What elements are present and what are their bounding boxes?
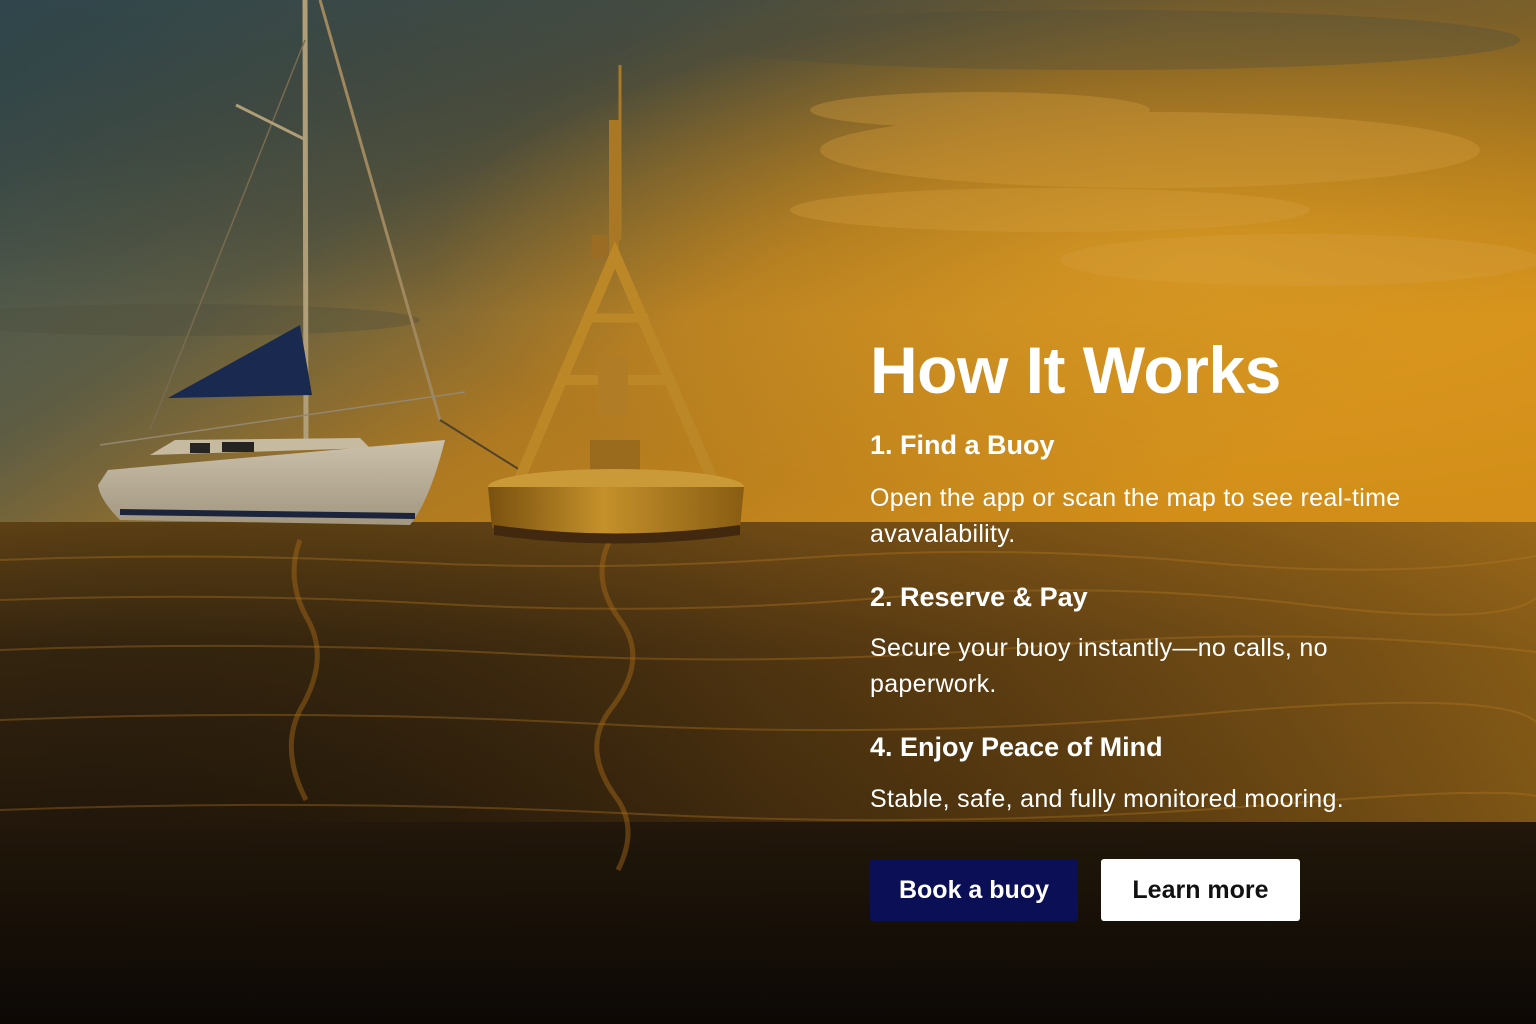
page-title: How It Works xyxy=(870,333,1281,407)
step-1-heading: 1. Find a Buoy xyxy=(870,430,1055,460)
step-2-heading: 2. Reserve & Pay xyxy=(870,582,1088,612)
learn-more-button[interactable]: Learn more xyxy=(1101,859,1300,921)
step-4-heading: 4. Enjoy Peace of Mind xyxy=(870,732,1163,762)
step-1-description: Open the app or scan the map to see real… xyxy=(870,484,1401,548)
step-2-description: Secure your buoy instantly—no calls, no … xyxy=(870,634,1328,698)
step-4-description: Stable, safe, and fully monitored moorin… xyxy=(870,785,1344,813)
book-buoy-button[interactable]: Book a buoy xyxy=(870,859,1078,921)
